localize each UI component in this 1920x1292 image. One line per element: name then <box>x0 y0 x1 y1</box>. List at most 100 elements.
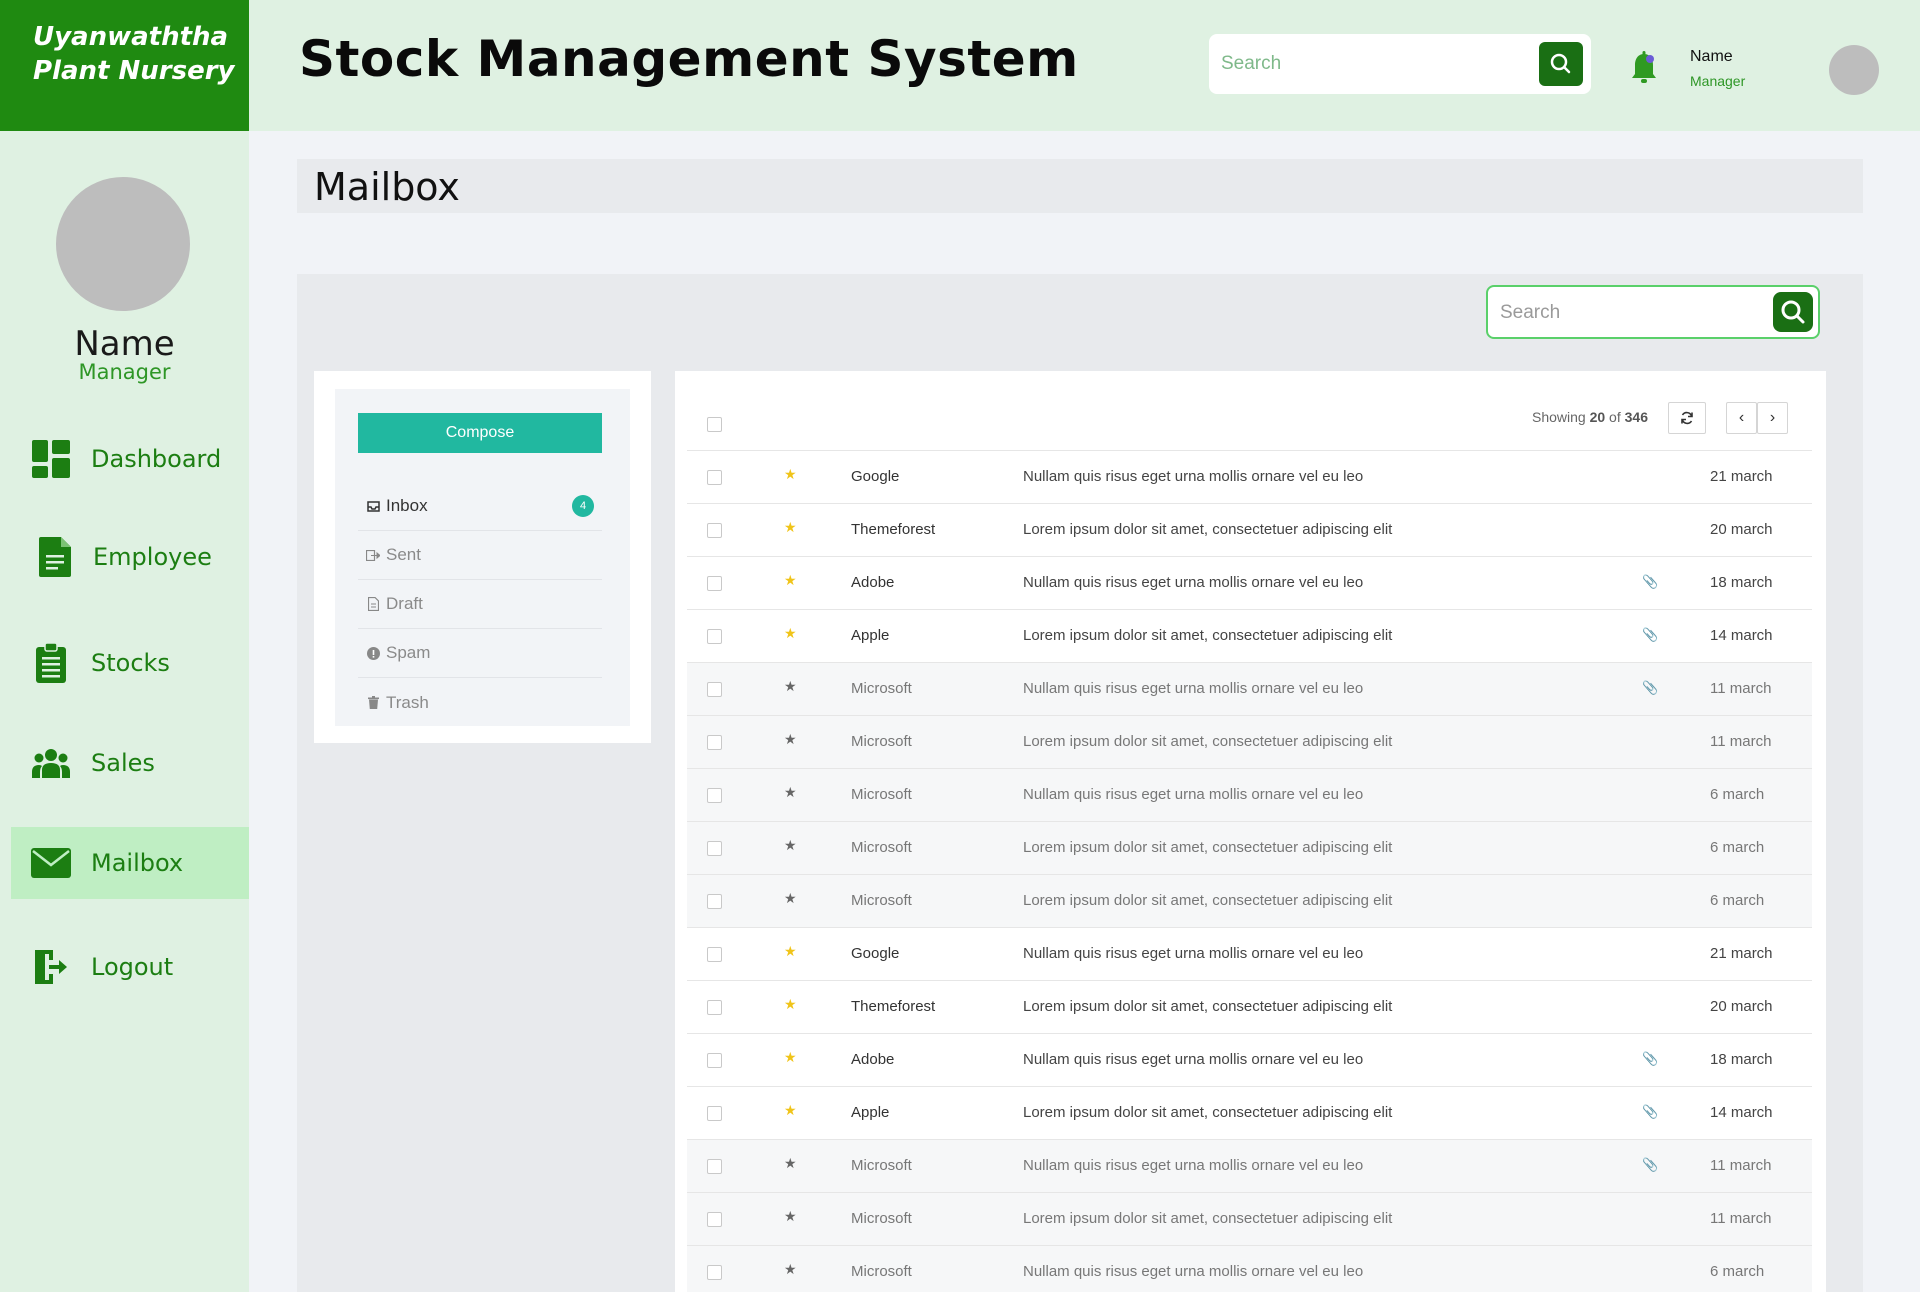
message-subject: Nullam quis risus eget urna mollis ornar… <box>1023 1051 1364 1068</box>
sidebar: Name Manager Dashboard Employee Stocks S… <box>0 131 249 1292</box>
table-row[interactable]: ★ Microsoft Nullam quis risus eget urna mo… <box>687 1139 1812 1192</box>
folder-sent[interactable]: Sent <box>358 531 602 580</box>
star-icon[interactable]: ★ <box>784 996 797 1013</box>
app-title: Stock Management System <box>299 30 1079 88</box>
sender-name: Themeforest <box>851 521 936 538</box>
clipboard-icon <box>31 643 71 683</box>
folder-label: Draft <box>386 594 423 613</box>
refresh-icon <box>1681 411 1693 425</box>
star-icon[interactable]: ★ <box>784 1261 797 1278</box>
star-icon[interactable]: ★ <box>784 678 797 695</box>
message-subject: Nullam quis risus eget urna mollis ornar… <box>1023 468 1364 485</box>
star-icon[interactable]: ★ <box>784 890 797 907</box>
star-icon[interactable]: ★ <box>784 1208 797 1225</box>
table-row[interactable]: ★ Google Nullam quis risus eget urna molli… <box>687 927 1812 980</box>
star-icon[interactable]: ★ <box>784 1155 797 1172</box>
row-checkbox[interactable] <box>707 1053 722 1068</box>
row-checkbox[interactable] <box>707 1212 722 1227</box>
table-row[interactable]: ★ Apple Lorem ipsum dolor sit amet, consec… <box>687 1086 1812 1139</box>
showing-mid: of <box>1605 409 1625 425</box>
table-row[interactable]: ★ Microsoft Lorem ipsum dolor sit amet, co… <box>687 715 1812 768</box>
dashboard-icon <box>31 439 71 479</box>
row-checkbox[interactable] <box>707 1106 722 1121</box>
table-row[interactable]: ★ Google Nullam quis risus eget urna molli… <box>687 450 1812 503</box>
paperclip-icon: 📎 <box>1642 1104 1659 1119</box>
star-icon[interactable]: ★ <box>784 1049 797 1066</box>
row-checkbox[interactable] <box>707 470 722 485</box>
table-row[interactable]: ★ Themeforest Lorem ipsum dolor sit amet, … <box>687 503 1812 556</box>
message-subject: Nullam quis risus eget urna mollis ornar… <box>1023 1263 1364 1280</box>
star-icon[interactable]: ★ <box>784 466 797 483</box>
row-checkbox[interactable] <box>707 1265 722 1280</box>
sidebar-item-dashboard[interactable]: Dashboard <box>11 423 249 495</box>
star-icon[interactable]: ★ <box>784 572 797 589</box>
table-row[interactable]: ★ Microsoft Nullam quis risus eget urna mo… <box>687 1245 1812 1292</box>
avatar[interactable] <box>1829 45 1879 95</box>
row-checkbox[interactable] <box>707 1159 722 1174</box>
folder-inbox[interactable]: Inbox 4 <box>358 482 602 531</box>
table-row[interactable]: ★ Microsoft Lorem ipsum dolor sit amet, co… <box>687 1192 1812 1245</box>
profile-role: Manager <box>78 360 171 384</box>
compose-button[interactable]: Compose <box>358 413 602 453</box>
table-row[interactable]: ★ Adobe Nullam quis risus eget urna mollis… <box>687 1033 1812 1086</box>
profile-avatar <box>56 177 190 311</box>
sender-name: Microsoft <box>851 1263 912 1280</box>
sidebar-item-mailbox[interactable]: Mailbox <box>11 827 249 899</box>
table-row[interactable]: ★ Adobe Nullam quis risus eget urna mollis… <box>687 556 1812 609</box>
sidebar-item-sales[interactable]: Sales <box>11 727 249 799</box>
row-checkbox[interactable] <box>707 629 722 644</box>
bell-icon[interactable] <box>1629 50 1659 86</box>
folder-trash[interactable]: Trash <box>358 678 602 727</box>
table-row[interactable]: ★ Apple Lorem ipsum dolor sit amet, consec… <box>687 609 1812 662</box>
sender-name: Apple <box>851 1104 890 1121</box>
row-checkbox[interactable] <box>707 1000 722 1015</box>
star-icon[interactable]: ★ <box>784 1102 797 1119</box>
header-search-input[interactable] <box>1221 50 1521 78</box>
star-icon[interactable]: ★ <box>784 731 797 748</box>
unread-badge: 4 <box>572 495 594 517</box>
row-checkbox[interactable] <box>707 841 722 856</box>
top-header: Stock Management System Name Manager <box>249 0 1920 131</box>
refresh-button[interactable] <box>1668 402 1706 434</box>
row-checkbox[interactable] <box>707 947 722 962</box>
row-checkbox[interactable] <box>707 576 722 591</box>
search-icon <box>1550 53 1571 74</box>
sidebar-item-employee[interactable]: Employee <box>11 521 249 593</box>
message-subject: Nullam quis risus eget urna mollis ornar… <box>1023 680 1364 697</box>
mailbox-search-button[interactable] <box>1773 292 1813 332</box>
sidebar-item-label: Employee <box>93 543 212 571</box>
table-row[interactable]: ★ Microsoft Nullam quis risus eget urna mo… <box>687 768 1812 821</box>
sidebar-item-logout[interactable]: Logout <box>11 931 249 1003</box>
folder-draft[interactable]: Draft <box>358 580 602 629</box>
star-icon[interactable]: ★ <box>784 943 797 960</box>
table-row[interactable]: ★ Microsoft Nullam quis risus eget urna mo… <box>687 662 1812 715</box>
sidebar-item-stocks[interactable]: Stocks <box>11 627 249 699</box>
table-row[interactable]: ★ Microsoft Lorem ipsum dolor sit amet, co… <box>687 821 1812 874</box>
select-all-checkbox[interactable] <box>707 417 722 432</box>
chevron-left-icon: ‹ <box>1738 409 1745 426</box>
table-row[interactable]: ★ Microsoft Lorem ipsum dolor sit amet, co… <box>687 874 1812 927</box>
header-search-button[interactable] <box>1539 42 1583 86</box>
table-row[interactable]: ★ Themeforest Lorem ipsum dolor sit amet, … <box>687 980 1812 1033</box>
star-icon[interactable]: ★ <box>784 837 797 854</box>
mailbox-search <box>1486 285 1820 339</box>
star-icon[interactable]: ★ <box>784 519 797 536</box>
star-icon[interactable]: ★ <box>784 784 797 801</box>
row-checkbox[interactable] <box>707 735 722 750</box>
row-checkbox[interactable] <box>707 788 722 803</box>
star-icon[interactable]: ★ <box>784 625 797 642</box>
row-checkbox[interactable] <box>707 523 722 538</box>
message-subject: Nullam quis risus eget urna mollis ornar… <box>1023 786 1364 803</box>
mailbox-search-input[interactable] <box>1500 299 1760 327</box>
message-subject: Lorem ipsum dolor sit amet, consectetuer… <box>1023 1104 1393 1121</box>
next-page-button[interactable]: › <box>1757 402 1788 434</box>
prev-page-button[interactable]: ‹ <box>1726 402 1757 434</box>
document-icon <box>35 537 75 577</box>
row-checkbox[interactable] <box>707 894 722 909</box>
folder-spam[interactable]: Spam <box>358 629 602 678</box>
folder-label: Sent <box>386 545 421 564</box>
sender-name: Microsoft <box>851 1210 912 1227</box>
page-title: Mailbox <box>314 165 460 209</box>
row-checkbox[interactable] <box>707 682 722 697</box>
sidebar-item-label: Dashboard <box>91 445 222 473</box>
